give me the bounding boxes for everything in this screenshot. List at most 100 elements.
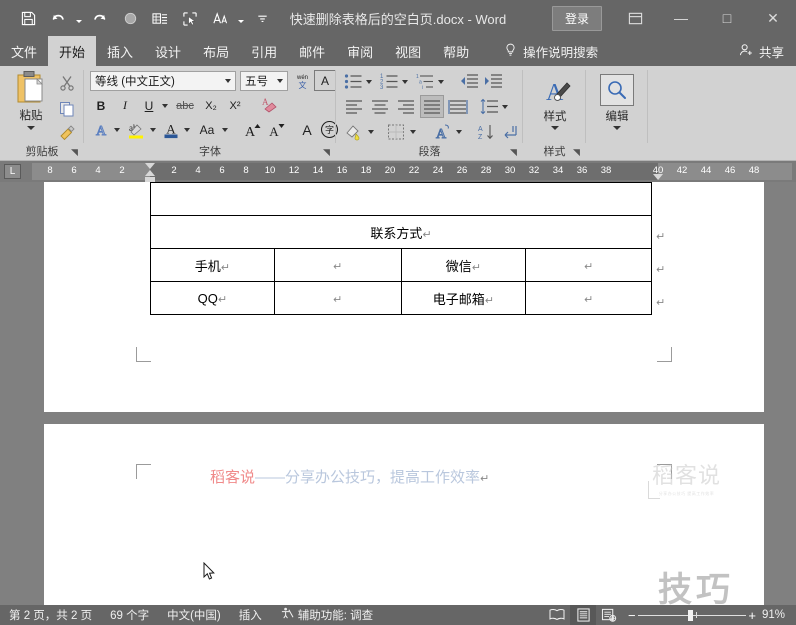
show-formatting-marks-icon[interactable] (500, 121, 522, 142)
table-cell-email-label[interactable]: 电子邮箱↵ (400, 281, 527, 315)
multilevel-dropdown-icon[interactable] (436, 71, 445, 92)
numbering-icon[interactable]: 123 (378, 71, 400, 92)
tab-help[interactable]: 帮助 (432, 36, 480, 66)
table-properties-icon[interactable] (146, 4, 174, 32)
sort-icon[interactable]: AZ (474, 121, 498, 142)
table-cell-contact-header[interactable]: 联系方式↵ (150, 215, 652, 249)
contact-table[interactable]: 联系方式↵ 手机↵ ↵ 微信↵ ↵ QQ↵ ↵ 电子邮箱↵ ↵ (150, 182, 652, 315)
multilevel-list-icon[interactable]: 1ai (414, 71, 436, 92)
word-count[interactable]: 69 个字 (101, 607, 158, 623)
tell-me-search[interactable]: 操作说明搜索 (494, 36, 608, 66)
align-right-button[interactable] (394, 96, 418, 117)
editing-dropdown-icon[interactable] (613, 126, 621, 130)
cut-icon[interactable] (56, 72, 78, 94)
align-left-button[interactable] (342, 96, 366, 117)
tab-review[interactable]: 审阅 (336, 36, 384, 66)
styles-dropdown-icon[interactable] (551, 126, 559, 130)
bullets-dropdown-icon[interactable] (364, 71, 373, 92)
tab-references[interactable]: 引用 (240, 36, 288, 66)
line-spacing-icon[interactable] (478, 96, 500, 117)
editing-button[interactable]: 编辑 (595, 74, 639, 130)
clipboard-dialog-launcher[interactable]: ◥ (69, 147, 80, 158)
borders-icon[interactable] (384, 121, 408, 142)
tab-layout[interactable]: 布局 (192, 36, 240, 66)
format-dropdown-icon[interactable] (236, 4, 246, 32)
subscript-button[interactable]: X₂ (200, 95, 222, 116)
align-center-button[interactable] (368, 96, 392, 117)
zoom-slider-thumb[interactable] (688, 609, 693, 621)
page-indicator[interactable]: 第 2 页，共 2 页 (0, 607, 101, 623)
line-spacing-dropdown-icon[interactable] (500, 96, 509, 117)
clear-formatting-icon[interactable]: A (256, 94, 280, 115)
tab-file[interactable]: 文件 (0, 36, 48, 66)
shading-dropdown-icon[interactable] (366, 121, 375, 142)
customize-qat-icon[interactable] (248, 4, 276, 32)
increase-indent-icon[interactable] (482, 71, 504, 92)
insert-mode[interactable]: 插入 (230, 607, 271, 623)
character-shading-icon[interactable]: A (296, 119, 318, 140)
underline-dropdown-icon[interactable] (160, 95, 169, 116)
zoom-slider[interactable]: − + (628, 605, 756, 625)
strikethrough-button[interactable]: abc (172, 95, 198, 116)
decrease-indent-icon[interactable] (458, 71, 480, 92)
undo-icon[interactable] (44, 4, 72, 32)
grow-font-icon[interactable]: A (242, 119, 264, 140)
table-cell-mobile-value[interactable]: ↵ (273, 248, 402, 282)
distribute-button[interactable] (446, 96, 470, 117)
text-effects-dropdown-icon[interactable] (112, 119, 121, 140)
first-line-indent-marker[interactable] (145, 163, 155, 169)
paragraph-dialog-launcher[interactable]: ◥ (508, 147, 519, 158)
undo-dropdown-icon[interactable] (74, 4, 84, 32)
copy-icon[interactable] (56, 98, 78, 120)
font-name-combo[interactable]: 等线 (中文正文) (90, 71, 236, 91)
numbering-dropdown-icon[interactable] (400, 71, 409, 92)
table-cell-wechat-value[interactable]: ↵ (525, 248, 652, 282)
print-layout-icon[interactable] (570, 605, 596, 625)
table-cell-empty-top[interactable] (150, 182, 652, 216)
table-row[interactable] (150, 182, 652, 216)
ribbon-display-options-icon[interactable] (612, 0, 658, 36)
tab-stop-selector[interactable]: L (4, 164, 21, 179)
save-icon[interactable] (14, 4, 42, 32)
tagline-text[interactable]: 稻客说——分享办公技巧，提高工作效率↵ (210, 466, 489, 487)
paste-button[interactable]: 粘贴 (8, 70, 54, 130)
underline-button[interactable]: U (138, 95, 160, 116)
zoom-in-button[interactable]: + (748, 609, 756, 622)
document-canvas[interactable]: 联系方式↵ 手机↵ ↵ 微信↵ ↵ QQ↵ ↵ 电子邮箱↵ ↵ ↵ ↵ ↵ 稻客… (0, 182, 796, 605)
table-row[interactable]: QQ↵ ↵ 电子邮箱↵ ↵ (150, 281, 652, 315)
bold-button[interactable]: B (90, 95, 112, 116)
text-effects-icon[interactable]: A (90, 119, 112, 140)
font-color-dropdown-icon[interactable] (182, 119, 191, 140)
table-cell-qq-value[interactable]: ↵ (273, 281, 402, 315)
table-cell-email-value[interactable]: ↵ (525, 281, 652, 315)
table-cell-qq-label[interactable]: QQ↵ (150, 281, 275, 315)
zoom-out-button[interactable]: − (628, 609, 636, 622)
language-indicator[interactable]: 中文(中国) (158, 607, 230, 623)
accessibility-status[interactable]: 辅助功能: 调查 (271, 607, 382, 623)
bullets-icon[interactable] (342, 71, 364, 92)
tab-mailings[interactable]: 邮件 (288, 36, 336, 66)
tab-insert[interactable]: 插入 (96, 36, 144, 66)
borders-dropdown-icon[interactable] (408, 121, 417, 142)
record-icon[interactable] (116, 4, 144, 32)
font-size-combo[interactable]: 五号 (240, 71, 288, 91)
phonetic-guide-icon[interactable]: wén 文 (292, 70, 312, 91)
superscript-button[interactable]: X² (224, 95, 246, 116)
format-painter-icon[interactable] (56, 122, 78, 144)
horizontal-ruler[interactable]: L 8 6 4 2 2 4 6 8 10 12 14 16 18 20 22 2… (0, 161, 796, 183)
justify-button[interactable] (420, 95, 444, 118)
tab-view[interactable]: 视图 (384, 36, 432, 66)
paste-dropdown-icon[interactable] (27, 126, 35, 130)
table-cell-wechat-label[interactable]: 微信↵ (400, 248, 527, 282)
maximize-button[interactable]: □ (704, 0, 750, 36)
zoom-level[interactable]: 91% (762, 609, 796, 621)
select-object-icon[interactable] (176, 4, 204, 32)
share-button[interactable]: 共享 (739, 36, 784, 66)
font-color-icon[interactable]: A (160, 119, 182, 140)
character-border-icon[interactable]: A (314, 70, 336, 91)
minimize-button[interactable]: — (658, 0, 704, 36)
italic-button[interactable]: I (114, 95, 136, 116)
change-case-button[interactable]: Aa (194, 119, 220, 140)
signin-button[interactable]: 登录 (551, 5, 602, 31)
read-mode-icon[interactable] (544, 605, 570, 625)
